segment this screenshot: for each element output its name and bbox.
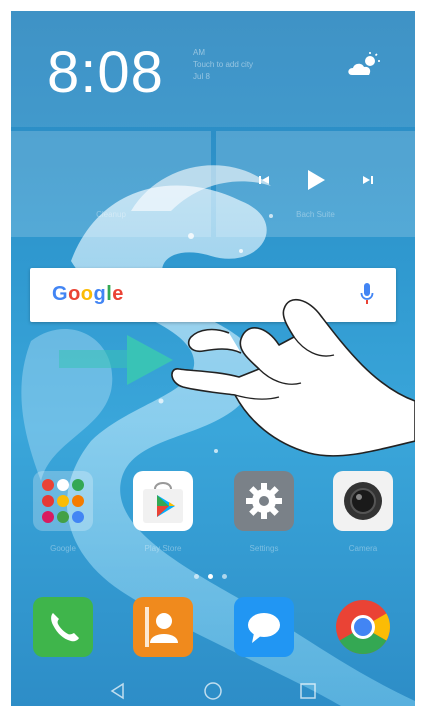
- google-folder[interactable]: [33, 471, 93, 531]
- previous-track-icon[interactable]: [258, 174, 270, 186]
- play-store-app[interactable]: [133, 471, 193, 531]
- cleanup-widget[interactable]: Cleanup: [11, 131, 211, 237]
- camera-icon: [344, 482, 382, 520]
- weather-line: Jul 8: [193, 72, 210, 81]
- clock-weather-widget[interactable]: 8:08 AM Touch to add city Jul 8: [11, 11, 415, 127]
- home-screen: 8:08 AM Touch to add city Jul 8 Cleanup …: [11, 11, 415, 706]
- contacts-app[interactable]: [133, 597, 193, 657]
- page-indicator: [194, 574, 227, 579]
- chrome-icon: [336, 600, 391, 655]
- app-label: Play Store: [144, 544, 182, 553]
- swipe-right-arrow-icon: [59, 335, 173, 385]
- page-dot[interactable]: [194, 574, 199, 579]
- partly-sunny-icon: [348, 52, 380, 75]
- page-dot[interactable]: [222, 574, 227, 579]
- recents-icon[interactable]: [299, 682, 317, 700]
- chrome-app[interactable]: [333, 597, 393, 657]
- app-label: Google: [50, 544, 76, 553]
- google-folder-icon: [42, 479, 84, 523]
- media-controls: [216, 169, 415, 191]
- contacts-icon: [145, 607, 178, 647]
- weather-line: AM: [193, 48, 205, 57]
- google-logo: Google: [52, 283, 124, 305]
- music-widget: Bach Suite: [216, 131, 415, 237]
- play-icon[interactable]: [306, 169, 326, 191]
- messaging-app[interactable]: [234, 597, 294, 657]
- weather-info: AM Touch to add city Jul 8: [193, 47, 253, 83]
- pinching-hand-icon: [171, 298, 415, 457]
- back-icon[interactable]: [109, 682, 127, 700]
- page-dot-active[interactable]: [208, 574, 213, 579]
- navigation-bar: [11, 675, 415, 706]
- gear-icon: [246, 483, 282, 519]
- weather-line: Touch to add city: [193, 60, 254, 69]
- home-icon[interactable]: [203, 681, 223, 701]
- messaging-icon: [248, 613, 280, 643]
- next-track-icon[interactable]: [362, 174, 374, 186]
- app-label: Camera: [348, 544, 378, 553]
- phone-icon: [51, 613, 79, 642]
- clock-time: 8:08: [47, 40, 164, 105]
- phone-app[interactable]: [33, 597, 93, 657]
- settings-app[interactable]: [234, 471, 294, 531]
- music-track-caption: Bach Suite: [296, 210, 335, 219]
- play-store-icon: [143, 482, 183, 523]
- camera-app[interactable]: [333, 471, 393, 531]
- cleanup-caption: Cleanup: [96, 210, 126, 219]
- app-label: Settings: [249, 544, 279, 553]
